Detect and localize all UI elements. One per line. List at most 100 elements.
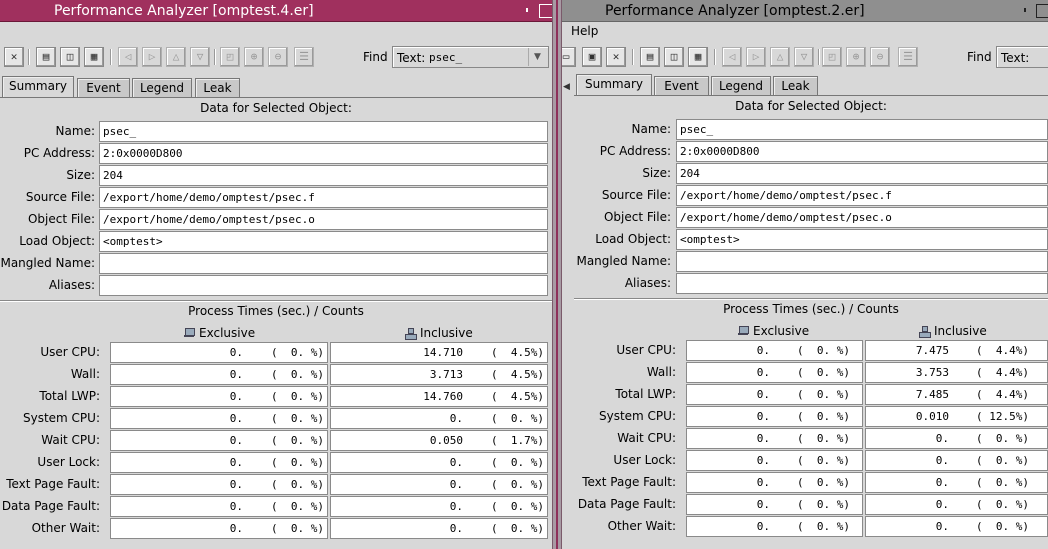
metric-row[interactable]: User CPU: 0. ( 0. %) 7.475 ( 4.4%) (562, 340, 1048, 362)
inclusive-value-cell[interactable]: 0. ( 0. %) (330, 496, 548, 517)
list-icon[interactable]: ☰ (294, 47, 314, 67)
back-icon[interactable]: ◁ (118, 47, 138, 67)
inclusive-value-cell[interactable]: 3.713 ( 4.5%) (330, 364, 548, 385)
metric-row[interactable]: Wall: 0. ( 0. %) 3.753 ( 4.4%) (562, 362, 1048, 384)
window-menu-icon[interactable] (1020, 6, 1030, 16)
inclusive-value-cell[interactable]: 14.710 ( 4.5%) (330, 342, 548, 363)
chevron-down-icon[interactable]: ▼ (528, 48, 546, 66)
tab-legend[interactable]: Legend (132, 78, 192, 98)
metric-row[interactable]: System CPU: 0. ( 0. %) 0. ( 0. %) (0, 408, 552, 430)
menu-help[interactable]: Help (571, 24, 598, 38)
exclusive-value-cell[interactable]: 0. ( 0. %) (686, 450, 863, 471)
zoom-out-icon[interactable]: ⊖ (268, 47, 288, 67)
field-value[interactable]: 2:0x0000D800 (99, 143, 548, 164)
exclusive-value-cell[interactable]: 0. ( 0. %) (686, 384, 863, 405)
inclusive-value-cell[interactable]: 0. ( 0. %) (330, 474, 548, 495)
exclusive-value-cell[interactable]: 0. ( 0. %) (686, 472, 863, 493)
forward-icon[interactable]: ▷ (746, 47, 766, 67)
inclusive-value-cell[interactable]: 0.050 ( 1.7%) (330, 430, 548, 451)
exclusive-value-cell[interactable]: 0. ( 0. %) (686, 516, 863, 537)
exclusive-value-cell[interactable]: 0. ( 0. %) (686, 494, 863, 515)
field-value[interactable]: psec_ (676, 119, 1048, 140)
title-bar[interactable]: Performance Analyzer [omptest.2.er] (562, 0, 1048, 22)
field-value[interactable]: <omptest> (99, 231, 548, 252)
window-menu-icon[interactable] (522, 6, 532, 16)
tabbed-view-icon[interactable]: ▤ (640, 47, 660, 67)
metric-row[interactable]: Text Page Fault: 0. ( 0. %) 0. ( 0. %) (562, 472, 1048, 494)
open-experiment-icon[interactable]: ▭ (562, 47, 576, 67)
field-value[interactable]: /export/home/demo/omptest/psec.o (99, 209, 548, 230)
tab-leak[interactable]: Leak (773, 76, 818, 96)
table-view-icon[interactable]: ▦ (688, 47, 708, 67)
inclusive-value-cell[interactable]: 0. ( 0. %) (330, 518, 548, 539)
inclusive-value-cell[interactable]: 7.475 ( 4.4%) (865, 340, 1048, 361)
zoom-out-icon[interactable]: ⊖ (870, 47, 890, 67)
zoom-fit-icon[interactable]: ◰ (220, 47, 240, 67)
exclusive-value-cell[interactable]: 0. ( 0. %) (110, 518, 328, 539)
inclusive-value-cell[interactable]: 0. ( 0. %) (865, 494, 1048, 515)
metric-row[interactable]: Data Page Fault: 0. ( 0. %) 0. ( 0. %) (0, 496, 552, 518)
metric-row[interactable]: User CPU: 0. ( 0. %) 14.710 ( 4.5%) (0, 342, 552, 364)
tab-summary[interactable]: Summary (576, 74, 652, 96)
move-up-icon[interactable]: △ (166, 47, 186, 67)
inclusive-value-cell[interactable]: 0. ( 0. %) (865, 450, 1048, 471)
back-icon[interactable]: ◁ (722, 47, 742, 67)
move-down-icon[interactable]: ▽ (794, 47, 814, 67)
forward-icon[interactable]: ▷ (142, 47, 162, 67)
exclusive-value-cell[interactable]: 0. ( 0. %) (110, 496, 328, 517)
exclusive-value-cell[interactable]: 0. ( 0. %) (110, 364, 328, 385)
split-view-icon[interactable]: ◫ (60, 47, 80, 67)
inclusive-value-cell[interactable]: 0. ( 0. %) (865, 472, 1048, 493)
metric-row[interactable]: Wait CPU: 0. ( 0. %) 0. ( 0. %) (562, 428, 1048, 450)
find-text-input[interactable]: psec_ (429, 51, 462, 64)
zoom-fit-icon[interactable]: ◰ (822, 47, 842, 67)
metric-row[interactable]: User Lock: 0. ( 0. %) 0. ( 0. %) (0, 452, 552, 474)
zoom-in-icon[interactable]: ⊕ (244, 47, 264, 67)
inclusive-value-cell[interactable]: 0.010 ( 12.5%) (865, 406, 1048, 427)
move-down-icon[interactable]: ▽ (190, 47, 210, 67)
maximize-icon[interactable] (539, 4, 552, 18)
metric-row[interactable]: User Lock: 0. ( 0. %) 0. ( 0. %) (562, 450, 1048, 472)
inclusive-value-cell[interactable]: 0. ( 0. %) (865, 516, 1048, 537)
metric-row[interactable]: Wait CPU: 0. ( 0. %) 0.050 ( 1.7%) (0, 430, 552, 452)
metric-row[interactable]: Total LWP: 0. ( 0. %) 14.760 ( 4.5%) (0, 386, 552, 408)
exclusive-value-cell[interactable]: 0. ( 0. %) (110, 386, 328, 407)
exclusive-value-cell[interactable]: 0. ( 0. %) (110, 408, 328, 429)
tabbed-view-icon[interactable]: ▤ (36, 47, 56, 67)
find-text-combobox[interactable]: Text: (996, 46, 1048, 68)
close-experiment-icon[interactable]: ✕ (606, 47, 626, 67)
field-value[interactable]: 204 (676, 163, 1048, 184)
inclusive-value-cell[interactable]: 14.760 ( 4.5%) (330, 386, 548, 407)
inclusive-value-cell[interactable]: 0. ( 0. %) (330, 452, 548, 473)
maximize-icon[interactable] (1036, 4, 1048, 18)
field-value[interactable]: <omptest> (676, 229, 1048, 250)
metric-row[interactable]: Other Wait: 0. ( 0. %) 0. ( 0. %) (562, 516, 1048, 538)
field-value[interactable]: /export/home/demo/omptest/psec.f (676, 185, 1048, 206)
move-up-icon[interactable]: △ (770, 47, 790, 67)
metric-row[interactable]: System CPU: 0. ( 0. %) 0.010 ( 12.5%) (562, 406, 1048, 428)
inclusive-value-cell[interactable]: 0. ( 0. %) (865, 428, 1048, 449)
metric-row[interactable]: Other Wait: 0. ( 0. %) 0. ( 0. %) (0, 518, 552, 540)
metric-row[interactable]: Text Page Fault: 0. ( 0. %) 0. ( 0. %) (0, 474, 552, 496)
tab-leak[interactable]: Leak (195, 78, 240, 98)
tab-event[interactable]: Event (77, 78, 130, 98)
field-value[interactable]: /export/home/demo/omptest/psec.o (676, 207, 1048, 228)
metric-row[interactable]: Total LWP: 0. ( 0. %) 7.485 ( 4.4%) (562, 384, 1048, 406)
field-value[interactable] (99, 275, 548, 296)
field-value[interactable]: 2:0x0000D800 (676, 141, 1048, 162)
inclusive-value-cell[interactable]: 3.753 ( 4.4%) (865, 362, 1048, 383)
exclusive-value-cell[interactable]: 0. ( 0. %) (686, 340, 863, 361)
close-experiment-icon[interactable]: ✕ (4, 47, 24, 67)
exclusive-value-cell[interactable]: 0. ( 0. %) (110, 342, 328, 363)
field-value[interactable]: /export/home/demo/omptest/psec.f (99, 187, 548, 208)
find-text-combobox[interactable]: Text: psec_ ▼ (392, 46, 549, 68)
exclusive-value-cell[interactable]: 0. ( 0. %) (110, 452, 328, 473)
tab-legend[interactable]: Legend (711, 76, 771, 96)
add-experiment-icon[interactable]: ▣ (582, 47, 602, 67)
inclusive-value-cell[interactable]: 7.485 ( 4.4%) (865, 384, 1048, 405)
exclusive-value-cell[interactable]: 0. ( 0. %) (110, 474, 328, 495)
field-value[interactable]: psec_ (99, 121, 548, 142)
field-value[interactable] (676, 251, 1048, 272)
inclusive-value-cell[interactable]: 0. ( 0. %) (330, 408, 548, 429)
exclusive-value-cell[interactable]: 0. ( 0. %) (686, 406, 863, 427)
